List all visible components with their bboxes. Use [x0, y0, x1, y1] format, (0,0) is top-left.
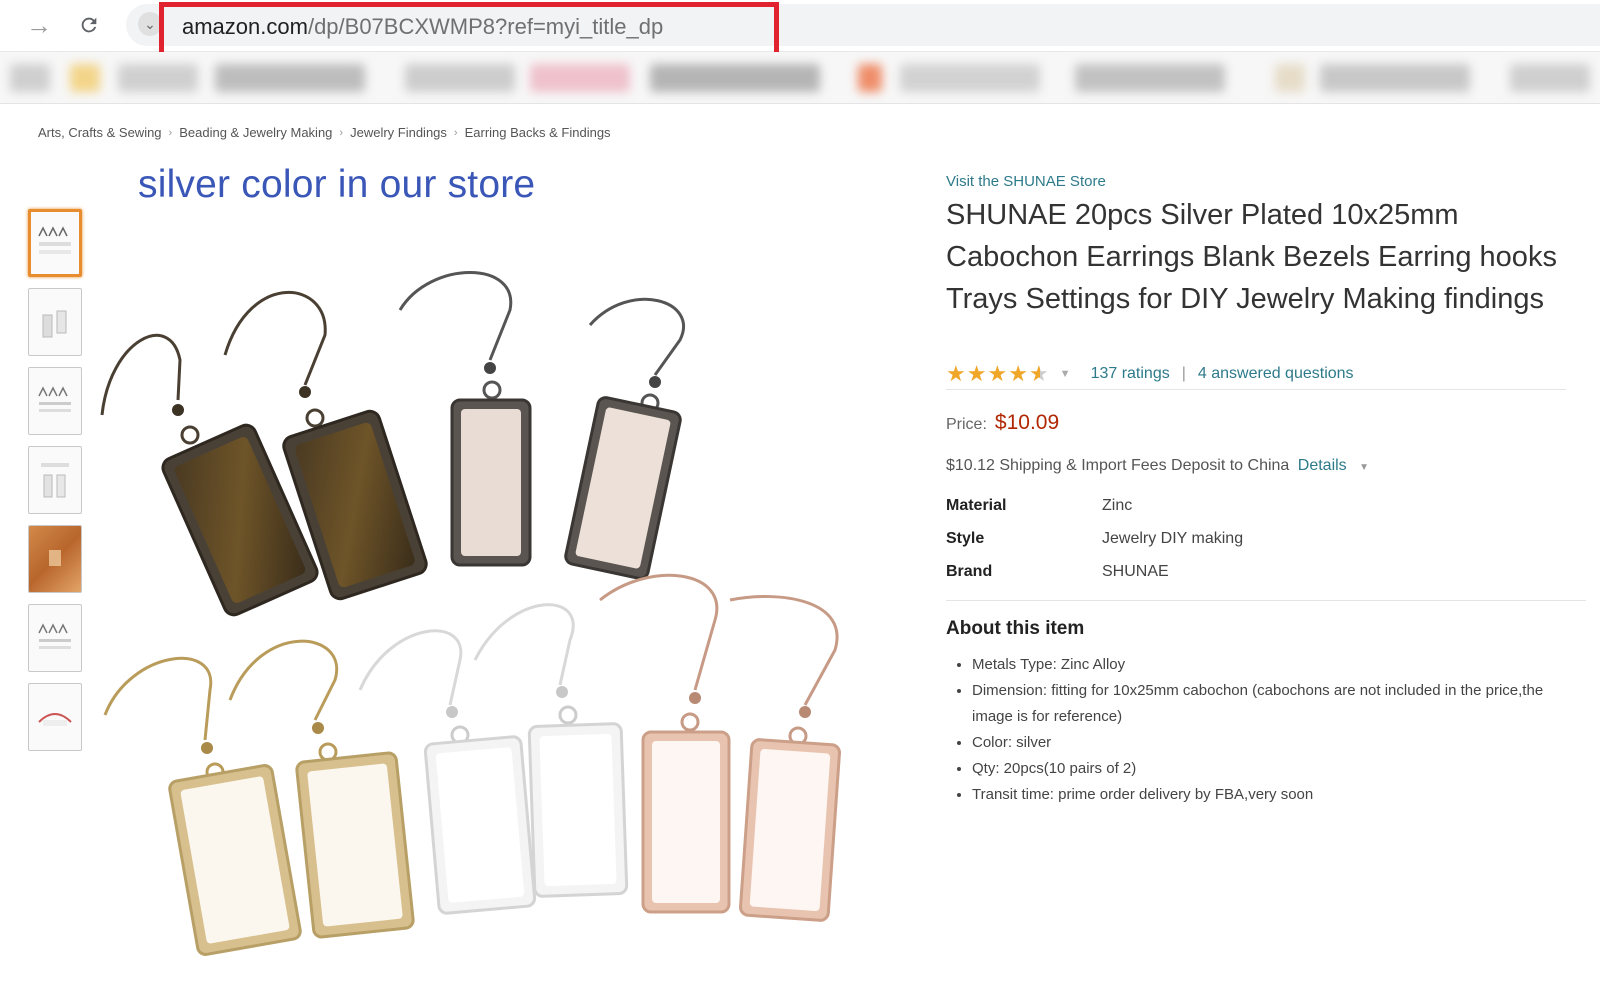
thumbnail-1[interactable]: [28, 209, 82, 277]
ratings-count-link[interactable]: 137 ratings: [1091, 365, 1170, 383]
bookmark-item[interactable]: [1275, 64, 1305, 92]
bookmark-item[interactable]: [405, 64, 515, 92]
product-title: SHUNAE 20pcs Silver Plated 10x25mm Caboc…: [946, 199, 1557, 315]
bookmark-item[interactable]: [10, 64, 50, 92]
reload-icon[interactable]: [72, 8, 106, 42]
about-bullet: Dimension: fitting for 10x25mm cabochon …: [972, 678, 1572, 730]
shipping-info: $10.12 Shipping & Import Fees Deposit to…: [946, 457, 1369, 475]
about-bullet: Transit time: prime order delivery by FB…: [972, 782, 1572, 808]
spec-label: Brand: [946, 562, 993, 580]
thumbnail-4[interactable]: [28, 446, 82, 514]
spec-table: Material Zinc Style Jewelry DIY making B…: [946, 489, 1586, 601]
half-star-icon: ★: [1028, 360, 1049, 386]
divider: |: [1181, 364, 1186, 382]
spec-label: Material: [946, 496, 1007, 514]
bookmark-item[interactable]: [858, 64, 882, 92]
bookmark-item[interactable]: [1510, 64, 1590, 92]
bookmark-item[interactable]: [1075, 64, 1225, 92]
about-bullet: Qty: 20pcs(10 pairs of 2): [972, 756, 1572, 782]
about-bullets: Metals Type: Zinc Alloy Dimension: fitti…: [972, 652, 1572, 808]
bookmarks-bar: [0, 52, 1600, 104]
bookmark-item[interactable]: [530, 64, 630, 92]
browser-toolbar: → ⌄ amazon.com/dp/B07BCXWMP8?ref=myi_tit…: [0, 0, 1600, 62]
forward-arrow-icon[interactable]: →: [22, 8, 56, 42]
spec-label: Style: [946, 529, 985, 547]
star-icon: ★: [987, 360, 1008, 386]
thumbnail-3[interactable]: [28, 367, 82, 435]
spec-row: Brand SHUNAE: [946, 555, 1586, 588]
bookmark-item[interactable]: [70, 64, 100, 92]
image-caption: silver color in our store: [138, 163, 536, 206]
spec-value: Zinc: [1102, 496, 1133, 514]
breadcrumb-link[interactable]: Jewelry Findings: [350, 125, 447, 140]
thumbnail-2[interactable]: [28, 288, 82, 356]
about-bullet: Metals Type: Zinc Alloy: [972, 652, 1572, 678]
thumbnail-5[interactable]: [28, 525, 82, 593]
breadcrumb-link[interactable]: Earring Backs & Findings: [465, 125, 611, 140]
breadcrumb-separator-icon: ›: [339, 126, 344, 139]
spec-value: SHUNAE: [1102, 562, 1169, 580]
breadcrumb-link[interactable]: Arts, Crafts & Sewing: [38, 125, 162, 140]
bookmark-item[interactable]: [650, 64, 820, 92]
main-product-image[interactable]: [90, 160, 870, 990]
price-value: $10.09: [994, 411, 1060, 434]
spec-row: Style Jewelry DIY making: [946, 522, 1586, 555]
thumbnail-strip: [28, 209, 84, 762]
star-icon: ★: [966, 360, 987, 386]
bookmark-item[interactable]: [900, 64, 1040, 92]
shipping-details-link[interactable]: Details: [1298, 457, 1347, 474]
spec-row: Material Zinc: [946, 489, 1586, 522]
breadcrumb-separator-icon: ›: [453, 126, 458, 139]
breadcrumb: Arts, Crafts & Sewing › Beading & Jewelr…: [38, 125, 611, 140]
chevron-down-icon[interactable]: ▼: [1359, 462, 1369, 473]
star-rating[interactable]: ★ ★ ★ ★ ★: [946, 360, 1050, 386]
thumbnail-7[interactable]: [28, 683, 82, 751]
about-title: About this item: [946, 618, 1085, 639]
price-row: Price: $10.09: [946, 411, 1059, 435]
star-icon: ★: [1008, 360, 1028, 386]
spec-value: Jewelry DIY making: [1102, 529, 1244, 547]
breadcrumb-separator-icon: ›: [168, 126, 173, 139]
ratings-row: ★ ★ ★ ★ ★ ▼ 137 ratings | 4 answered que…: [946, 360, 1566, 390]
shipping-text: $10.12 Shipping & Import Fees Deposit to…: [946, 457, 1290, 474]
price-label: Price:: [946, 416, 987, 433]
star-icon: ★: [946, 360, 966, 386]
about-bullet: Color: silver: [972, 730, 1572, 756]
answered-questions-link[interactable]: 4 answered questions: [1198, 365, 1354, 383]
thumbnail-6[interactable]: [28, 604, 82, 672]
store-link[interactable]: Visit the SHUNAE Store: [946, 173, 1106, 190]
bookmark-item[interactable]: [215, 64, 365, 92]
bookmark-item[interactable]: [118, 64, 198, 92]
breadcrumb-link[interactable]: Beading & Jewelry Making: [179, 125, 332, 140]
bookmark-item[interactable]: [1320, 64, 1470, 92]
chevron-down-icon[interactable]: ▼: [1060, 368, 1071, 380]
